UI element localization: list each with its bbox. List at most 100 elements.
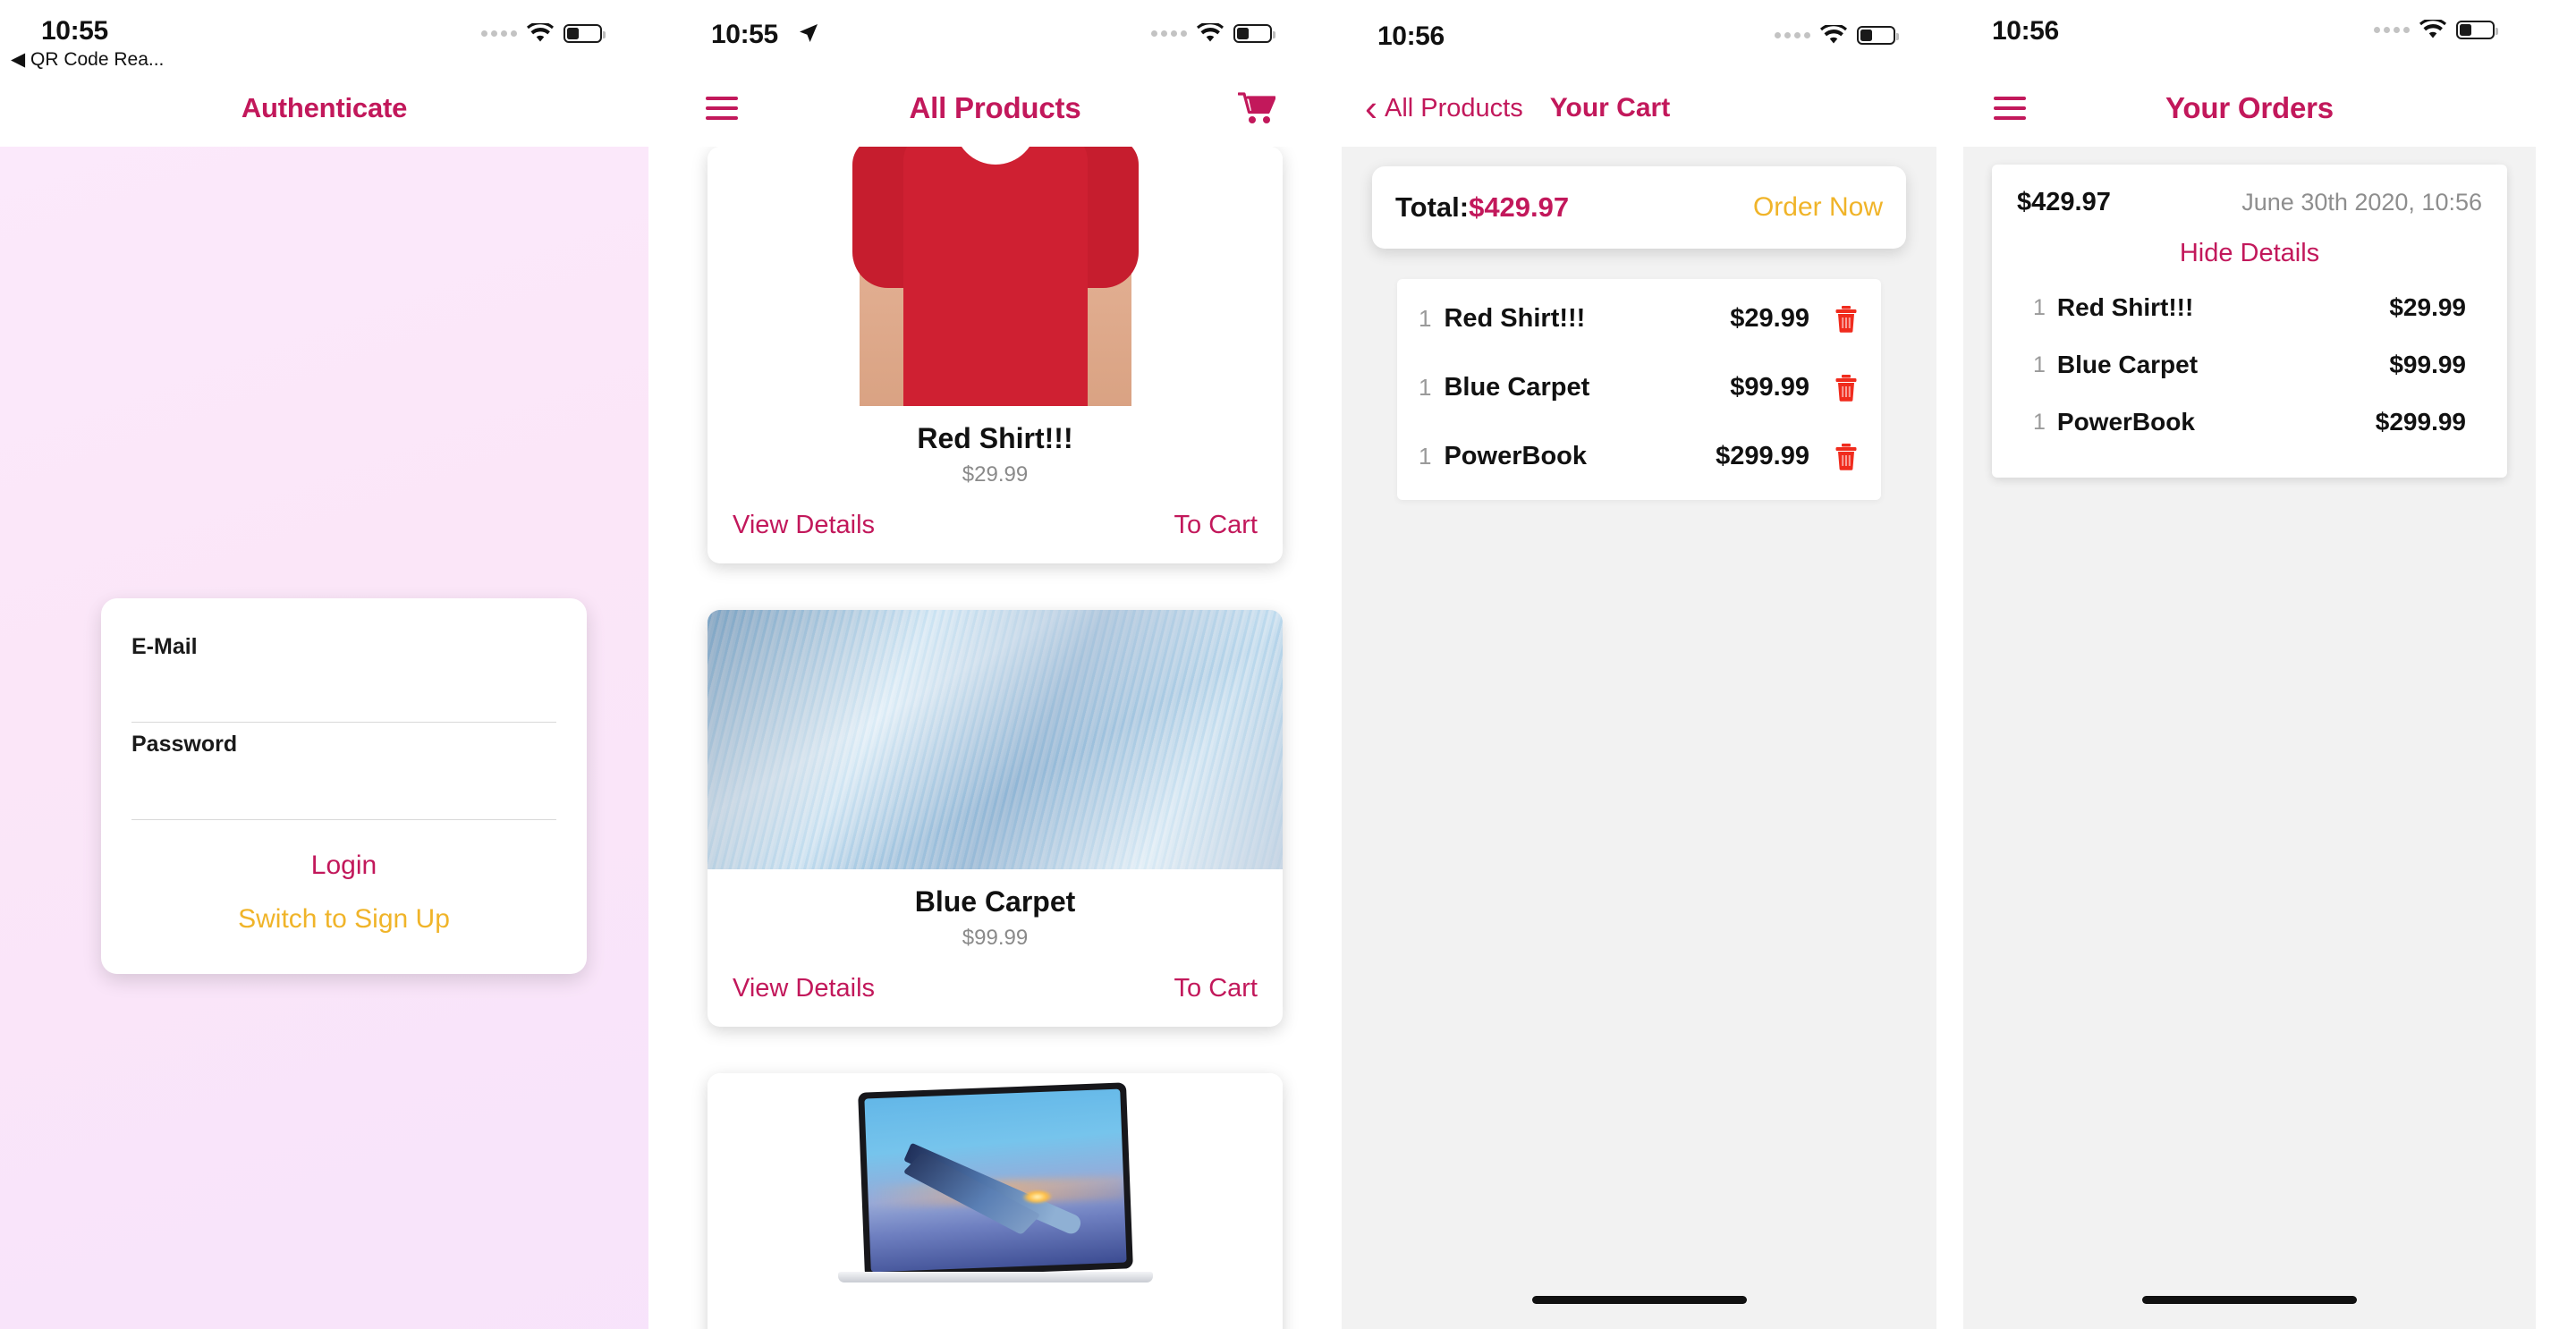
product-card[interactable]: Red Shirt!!! $29.99 View Details To Cart: [708, 147, 1283, 563]
item-quantity: 1: [1419, 443, 1432, 470]
product-price: $29.99: [962, 462, 1029, 487]
status-icons: [1151, 23, 1275, 43]
screen-all-products: 10:55 All Products Red Shirt!!! $29.99 V…: [675, 0, 1315, 1329]
back-label: All Products: [1385, 93, 1523, 123]
hamburger-menu-icon[interactable]: [706, 97, 738, 120]
wifi-icon: [2419, 20, 2446, 39]
product-actions: View Details To Cart: [708, 487, 1283, 563]
order-items-list: 1 Red Shirt!!! $29.99 1 Blue Carpet $99.…: [2017, 279, 2482, 451]
signal-dots-icon: [481, 30, 517, 37]
orders-body: $429.97 June 30th 2020, 10:56 Hide Detai…: [1963, 147, 2536, 1329]
order-row: 1 PowerBook $299.99: [2017, 394, 2482, 451]
product-actions: View Details To Cart: [708, 951, 1283, 1027]
screen-your-orders: 10:56 Your Orders $429.97 June 30th 2020…: [1963, 0, 2536, 1329]
status-time: 10:55: [41, 16, 108, 46]
login-card: E-Mail Password Login Switch to Sign Up: [101, 598, 587, 974]
status-back-app[interactable]: ◀ QR Code Rea...: [11, 48, 164, 71]
to-cart-button[interactable]: To Cart: [1174, 974, 1258, 1003]
back-to-all-products-button[interactable]: ‹ All Products: [1365, 87, 1523, 130]
item-price: $299.99: [1716, 442, 1809, 470]
cart-body: Total:$429.97 Order Now 1 Red Shirt!!! $…: [1342, 147, 1936, 1329]
status-bar-orders: 10:56: [1963, 0, 2536, 70]
blue-carpet-photo: [708, 610, 1283, 869]
app-bar-products: All Products: [675, 70, 1315, 147]
status-icons: [481, 23, 606, 43]
item-price: $29.99: [2389, 293, 2466, 321]
auth-background: E-Mail Password Login Switch to Sign Up: [0, 147, 648, 1329]
status-bar-cart: 10:56: [1342, 0, 1936, 70]
item-price: $299.99: [2375, 408, 2466, 436]
cart-total-card: Total:$429.97 Order Now: [1372, 166, 1906, 249]
cart-items-list: 1 Red Shirt!!! $29.99 1 Blue Carpet $99.…: [1397, 279, 1881, 500]
cart-row: 1 PowerBook $299.99: [1397, 422, 1881, 491]
product-price: $99.99: [962, 926, 1029, 950]
app-bar-auth: Authenticate: [0, 70, 648, 147]
order-header: $429.97 June 30th 2020, 10:56: [2017, 188, 2482, 217]
product-name: Red Shirt!!!: [917, 422, 1073, 454]
password-input[interactable]: [131, 758, 556, 807]
shopping-cart-icon[interactable]: [1238, 91, 1275, 125]
order-row: 1 Blue Carpet $99.99: [2017, 336, 2482, 394]
page-title: Your Orders: [2165, 91, 2334, 124]
panel-divider-1: [648, 0, 675, 1329]
hamburger-menu-icon[interactable]: [1994, 97, 2026, 120]
switch-to-signup-button[interactable]: Switch to Sign Up: [131, 886, 556, 944]
order-row: 1 Red Shirt!!! $29.99: [2017, 279, 2482, 336]
laptop-photo: [708, 1073, 1283, 1329]
product-name: Blue Carpet: [914, 885, 1076, 918]
trash-icon[interactable]: [1835, 374, 1858, 402]
signal-dots-icon: [1151, 30, 1187, 37]
product-card[interactable]: PowerBook $299.99 View Details To Cart: [708, 1073, 1283, 1329]
status-icons: [2374, 20, 2498, 39]
login-button[interactable]: Login: [131, 829, 556, 886]
view-details-button[interactable]: View Details: [733, 974, 875, 1003]
page-title: Your Cart: [1549, 93, 1671, 123]
item-name: PowerBook: [1444, 442, 1587, 470]
cart-row: 1 Red Shirt!!! $29.99: [1397, 284, 1881, 353]
signal-dots-icon: [2374, 26, 2410, 33]
panel-divider-2: [1315, 0, 1342, 1329]
home-indicator: [1531, 1296, 1747, 1304]
status-bar-products: 10:55: [675, 0, 1315, 70]
order-amount: $429.97: [2017, 188, 2111, 216]
cart-row: 1 Blue Carpet $99.99: [1397, 353, 1881, 422]
battery-icon: [1857, 25, 1899, 45]
item-price: $29.99: [1730, 304, 1809, 333]
status-time: 10:55: [711, 20, 778, 49]
screen-authenticate: 10:55 ◀ QR Code Rea... Authenticate E-Ma…: [0, 0, 648, 1329]
item-name: PowerBook: [2056, 408, 2195, 436]
status-time: 10:56: [1377, 21, 1445, 51]
password-label: Password: [131, 732, 238, 757]
products-scroll-list[interactable]: Red Shirt!!! $29.99 View Details To Cart…: [675, 147, 1315, 1329]
product-card[interactable]: Blue Carpet $99.99 View Details To Cart: [708, 610, 1283, 1027]
item-name: Blue Carpet: [1444, 373, 1590, 402]
to-cart-button[interactable]: To Cart: [1174, 511, 1258, 540]
home-indicator: [2142, 1296, 2357, 1304]
trash-icon[interactable]: [1835, 443, 1858, 470]
red-tshirt-photo: [708, 147, 1283, 406]
email-input[interactable]: [131, 660, 556, 709]
view-details-button[interactable]: View Details: [733, 511, 875, 540]
email-field-group: E-Mail: [131, 634, 556, 723]
wifi-icon: [1820, 25, 1847, 45]
app-bar-cart: ‹ All Products Your Cart: [1342, 70, 1936, 147]
page-title: Authenticate: [241, 92, 408, 123]
email-label: E-Mail: [131, 634, 198, 659]
trash-icon[interactable]: [1835, 305, 1858, 333]
total-group: Total:$429.97: [1395, 191, 1569, 224]
wifi-icon: [527, 23, 554, 43]
chevron-left-icon: ‹: [1365, 87, 1377, 130]
status-icons: [1775, 25, 1899, 45]
item-name: Red Shirt!!!: [2056, 293, 2194, 321]
item-price: $99.99: [2389, 351, 2466, 378]
item-quantity: 1: [1419, 305, 1432, 332]
order-card: $429.97 June 30th 2020, 10:56 Hide Detai…: [1992, 165, 2507, 478]
item-quantity: 1: [2033, 409, 2046, 435]
password-field-group: Password: [131, 732, 556, 820]
order-now-button[interactable]: Order Now: [1753, 192, 1883, 223]
screenshot-board: 10:55 ◀ QR Code Rea... Authenticate E-Ma…: [0, 0, 2576, 1329]
hide-details-button[interactable]: Hide Details: [2180, 239, 2319, 268]
item-quantity: 1: [1419, 374, 1432, 401]
order-date: June 30th 2020, 10:56: [2241, 189, 2482, 216]
location-arrow-icon: [799, 23, 818, 47]
